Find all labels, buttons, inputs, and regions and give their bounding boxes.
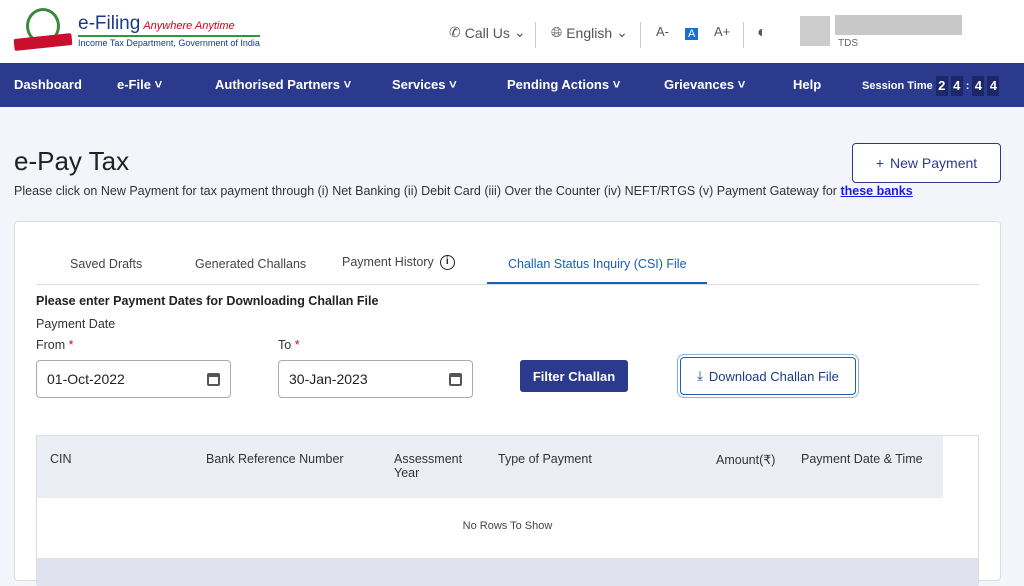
col-amount[interactable]: Amount(₹) [716,452,775,467]
these-banks-link[interactable]: these banks [840,184,912,198]
content-card: Saved Drafts Generated Challans Payment … [14,221,1001,586]
calendar-icon[interactable] [207,372,220,386]
language-select[interactable]: 🌐︎ English ⌄ [551,24,628,41]
info-icon[interactable]: i [439,255,455,271]
main-nav: Dashboard e-File ˅ Authorised Partners ˅… [0,63,1024,107]
nav-help[interactable]: Help [793,77,821,92]
page-subtitle: Please click on New Payment for tax paym… [14,184,913,198]
avatar[interactable] [800,16,830,46]
font-default-button[interactable]: A [685,28,699,40]
empty-message: No Rows To Show [462,520,553,532]
col-payment-date[interactable]: Payment Date & Time [801,452,923,466]
tab-csi-file[interactable]: Challan Status Inquiry (CSI) File [487,257,707,284]
emblem-icon [13,8,73,52]
nav-pending-actions[interactable]: Pending Actions ˅ [507,77,620,92]
calendar-icon[interactable] [449,372,462,386]
nav-services[interactable]: Services ˅ [392,77,457,92]
session-digit: 4 [987,76,1000,96]
dept-name: Income Tax Department, Government of Ind… [78,34,260,48]
new-payment-button[interactable]: + New Payment [852,143,1001,183]
nav-dashboard[interactable]: Dashboard [14,77,82,92]
session-label: Session Time [862,80,933,92]
tabs: Saved Drafts Generated Challans Payment … [36,248,979,285]
form-heading: Please enter Payment Dates for Downloadi… [36,294,379,308]
brand-name: e-Filing [78,12,141,34]
table-header: CIN Bank Reference Number Assessment Yea… [37,436,943,498]
session-digit: 4 [972,76,985,96]
col-cin[interactable]: CIN [50,452,72,466]
tagline: Anywhere Anytime [143,19,235,32]
font-decrease-button[interactable]: A- [656,24,669,39]
nav-grievances[interactable]: Grievances ˅ [664,77,745,92]
globe-icon: 🌐︎ [551,24,563,40]
to-label: To * [278,338,300,352]
tab-generated-challans[interactable]: Generated Challans [195,257,306,271]
page-title: e-Pay Tax [14,146,130,176]
chevron-down-icon: ⌄ [513,24,526,40]
download-challan-button[interactable]: ⤓ Download Challan File [680,357,856,395]
col-type-of-payment[interactable]: Type of Payment [498,452,592,466]
tab-payment-history[interactable]: Payment History i [342,255,455,271]
download-icon: ⤓ [697,368,703,383]
session-timer: Session Time 2 4: 4 4 [862,76,1000,96]
language-label: English [566,24,613,41]
efiling-logo[interactable]: e-Filing Anywhere Anytime Income Tax Depa… [13,8,260,52]
call-us-menu[interactable]: ✆ Call Us ⌄ [449,24,526,41]
challan-table: CIN Bank Reference Number Assessment Yea… [36,435,979,586]
from-label: From * [36,338,74,352]
from-date-input[interactable]: 01-Oct-2022 [36,360,231,398]
to-date-input[interactable]: 30-Jan-2023 [278,360,473,398]
user-name-redacted [835,15,962,35]
header: e-Filing Anywhere Anytime Income Tax Depa… [0,0,1024,63]
session-digit: 4 [950,76,963,96]
nav-authorised-partners[interactable]: Authorised Partners ˅ [215,77,351,92]
filter-challan-button[interactable]: Filter Challan [520,360,628,392]
font-increase-button[interactable]: A+ [714,24,730,39]
col-bank-ref[interactable]: Bank Reference Number [206,452,344,466]
table-footer [37,558,978,586]
nav-efile[interactable]: e-File ˅ [117,77,162,92]
session-digit: 2 [935,76,948,96]
chevron-down-icon: ⌄ [616,24,628,40]
tab-saved-drafts[interactable]: Saved Drafts [70,257,142,271]
call-us-label: Call Us [464,24,510,41]
user-role: TDS [838,38,858,49]
payment-date-label: Payment Date [36,317,116,331]
phone-icon: ✆ [449,24,461,40]
plus-icon: + [875,155,885,171]
col-assessment-year[interactable]: Assessment Year [394,452,474,480]
contrast-icon[interactable]: ◐ [757,24,767,42]
